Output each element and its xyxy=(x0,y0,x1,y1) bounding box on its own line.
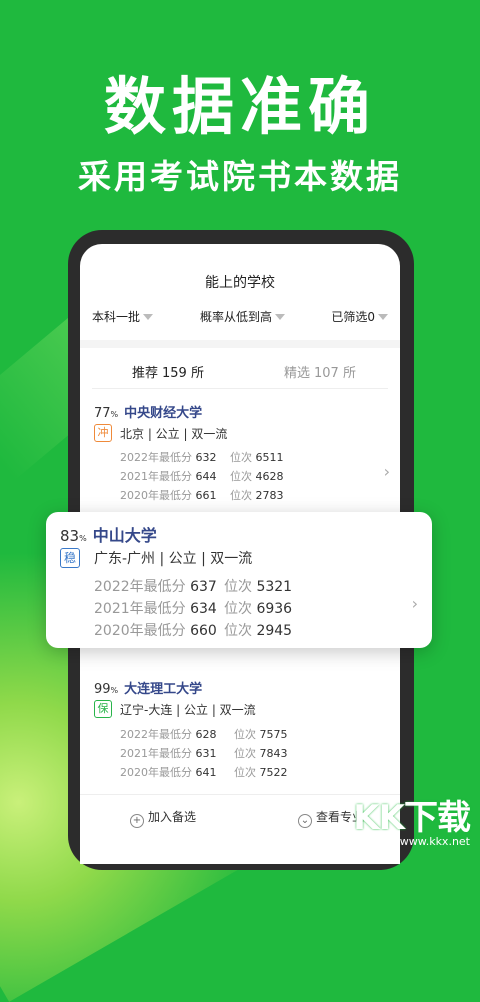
caret-down-icon xyxy=(143,314,154,320)
school-name: 中央财经大学 xyxy=(124,406,203,421)
min-score: 2021年最低分 631 xyxy=(120,747,217,760)
risk-badge: 冲 xyxy=(94,424,112,442)
section-divider xyxy=(80,340,400,348)
rank: 位次 6936 xyxy=(224,601,293,617)
min-score: 2022年最低分 637 xyxy=(94,579,217,595)
min-score: 2020年最低分 661 xyxy=(120,489,217,502)
school-card[interactable]: 99% 大连理工大学 保 辽宁-大连 | 公立 | 双一流 2022年最低分 62… xyxy=(80,678,400,788)
school-header: 77% 中央财经大学 xyxy=(94,402,202,421)
rank: 位次 2783 xyxy=(230,489,284,502)
school-tags: 辽宁-大连 | 公立 | 双一流 xyxy=(120,703,256,717)
rank: 位次 5321 xyxy=(224,579,293,595)
screen-title: 能上的学校 xyxy=(205,275,275,291)
probability: 77% xyxy=(94,406,119,421)
rank: 位次 7575 xyxy=(234,728,288,741)
filter-selected[interactable]: 已筛选0 xyxy=(331,308,388,325)
min-score: 2022年最低分 628 xyxy=(120,728,217,741)
rank: 位次 7522 xyxy=(234,766,288,779)
caret-down-icon xyxy=(275,314,286,320)
chevron-right-icon[interactable]: › xyxy=(384,462,390,481)
add-candidate-button[interactable]: + 加入备选 xyxy=(130,808,196,828)
school-name: 中山大学 xyxy=(92,526,157,545)
min-score: 2021年最低分 634 xyxy=(94,601,217,617)
risk-badge: 稳 xyxy=(60,548,80,568)
hero-title: 数据准确 xyxy=(103,70,376,143)
rank: 位次 2945 xyxy=(224,623,293,639)
school-header: 83% 中山大学 xyxy=(60,522,157,546)
tab-bar: 推荐 159 所 精选 107 所 xyxy=(92,360,388,389)
min-score: 2020年最低分 641 xyxy=(120,766,217,779)
filter-sort[interactable]: 概率从低到高 xyxy=(200,308,286,325)
tab-featured[interactable]: 精选 107 所 xyxy=(284,362,356,381)
filter-batch[interactable]: 本科一批 xyxy=(92,308,154,325)
rank: 位次 6511 xyxy=(230,451,284,464)
min-score: 2022年最低分 632 xyxy=(120,451,217,464)
school-tags: 广东-广州 | 公立 | 双一流 xyxy=(94,551,253,567)
rank: 位次 4628 xyxy=(230,470,284,483)
probability: 99% xyxy=(94,682,119,697)
rank: 位次 7843 xyxy=(234,747,288,760)
risk-badge: 保 xyxy=(94,700,112,718)
school-header: 99% 大连理工大学 xyxy=(94,678,202,697)
tab-recommend[interactable]: 推荐 159 所 xyxy=(132,362,204,381)
school-tags: 北京 | 公立 | 双一流 xyxy=(120,427,228,441)
plus-circle-icon: + xyxy=(130,814,144,828)
filter-bar: 本科一批 概率从低到高 已筛选0 xyxy=(92,308,388,328)
site-watermark: KK下载 www.kkx.net xyxy=(353,790,471,848)
highlighted-school-card[interactable]: 83% 中山大学 稳 广东-广州 | 公立 | 双一流 2022年最低分 637 … xyxy=(46,512,432,648)
chevron-right-icon[interactable]: › xyxy=(412,594,418,613)
bottom-action-bar: + 加入备选 ⌄ 查看专业 xyxy=(80,794,400,839)
min-score: 2020年最低分 660 xyxy=(94,623,217,639)
chevron-down-circle-icon: ⌄ xyxy=(298,814,312,828)
watermark-logo: KK下载 xyxy=(353,798,471,838)
school-name: 大连理工大学 xyxy=(124,682,203,697)
hero-subtitle: 采用考试院书本数据 xyxy=(78,157,402,196)
min-score: 2021年最低分 644 xyxy=(120,470,217,483)
probability: 83% xyxy=(60,527,87,545)
school-card[interactable]: 77% 中央财经大学 冲 北京 | 公立 | 双一流 2022年最低分 632 位… xyxy=(80,402,400,506)
caret-down-icon xyxy=(378,314,388,320)
